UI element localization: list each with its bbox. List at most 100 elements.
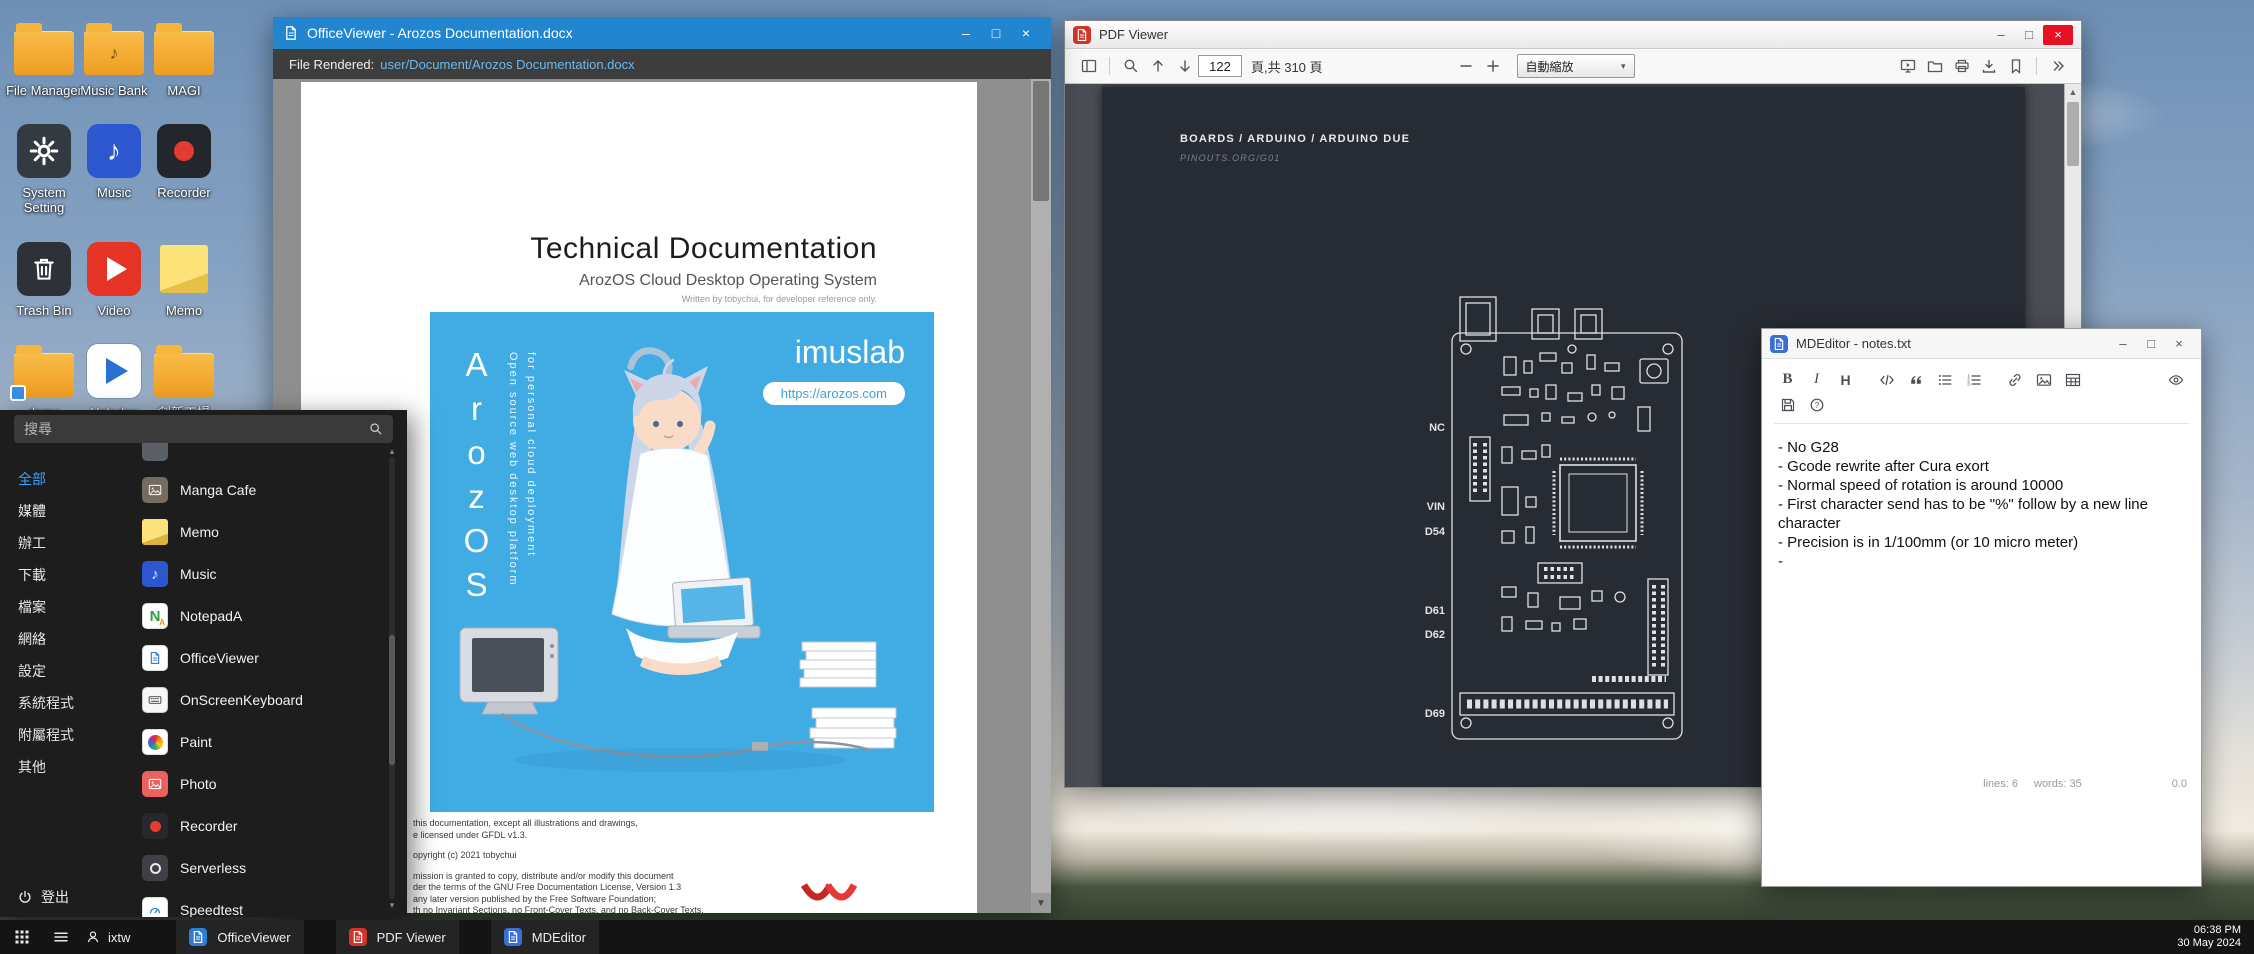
- code-icon[interactable]: [1873, 367, 1900, 392]
- scrollbar-thumb[interactable]: [1033, 81, 1049, 201]
- app-item-music[interactable]: ♪ Music: [134, 553, 381, 595]
- minimize-button[interactable]: –: [1987, 25, 2015, 45]
- logout-button[interactable]: 登出: [18, 887, 128, 911]
- app-item-manga-cafe[interactable]: Manga Cafe: [134, 469, 381, 511]
- category-download[interactable]: 下載: [18, 559, 128, 591]
- maximize-button[interactable]: □: [2015, 25, 2043, 45]
- image-icon[interactable]: [2030, 367, 2057, 392]
- pin-label: D61: [1395, 605, 1445, 617]
- document-scrollbar[interactable]: ▼: [1031, 79, 1051, 913]
- taskbar-item-mdeditor[interactable]: MDEditor: [491, 920, 599, 954]
- clock-time: 06:38 PM: [2177, 924, 2241, 937]
- close-button[interactable]: ×: [2165, 334, 2193, 354]
- table-icon[interactable]: [2059, 367, 2086, 392]
- presentation-mode-button[interactable]: [1894, 53, 1921, 80]
- category-settings[interactable]: 設定: [18, 655, 128, 687]
- search-input[interactable]: 搜尋: [14, 415, 393, 443]
- print-button[interactable]: [1948, 53, 1975, 80]
- link-icon[interactable]: [2001, 367, 2028, 392]
- folder-icon: [14, 353, 74, 397]
- taskbar-user[interactable]: ixtw: [86, 930, 130, 945]
- scroll-up-arrow[interactable]: ▲: [2065, 84, 2081, 100]
- help-icon[interactable]: [1803, 392, 1830, 417]
- bookmark-button[interactable]: [2002, 53, 2029, 80]
- desktop-icon-magi[interactable]: MAGI: [142, 20, 226, 98]
- app-item-memo[interactable]: Memo: [134, 511, 381, 553]
- category-media[interactable]: 媒體: [18, 495, 128, 527]
- power-icon: [18, 890, 32, 904]
- bold-icon[interactable]: B: [1774, 367, 1801, 392]
- category-accessories[interactable]: 附屬程式: [18, 719, 128, 751]
- desktop-icon-innovation-factory[interactable]: 創新工場: [142, 342, 226, 420]
- minimize-button[interactable]: –: [951, 21, 981, 45]
- desktop-icon-label: MAGI: [167, 83, 200, 98]
- next-page-button[interactable]: [1171, 53, 1198, 80]
- toolbar-separator: [1109, 57, 1110, 75]
- scrollbar-thumb[interactable]: [2067, 102, 2079, 166]
- document-byline: Written by tobychui, for developer refer…: [301, 294, 877, 304]
- gear-icon: [17, 124, 71, 178]
- officeviewer-titlebar[interactable]: OfficeViewer - Arozos Documentation.docx…: [273, 17, 1051, 49]
- taskbar-item-pdf-viewer[interactable]: PDF Viewer: [336, 920, 459, 954]
- file-path-link[interactable]: user/Document/Arozos Documentation.docx: [380, 57, 634, 72]
- scroll-down-arrow[interactable]: ▾: [390, 899, 395, 911]
- mdeditor-text-area[interactable]: - No G28 - Gcode rewrite after Cura exor…: [1762, 426, 2201, 778]
- scroll-up-arrow[interactable]: ▴: [390, 445, 395, 457]
- close-button[interactable]: ×: [2043, 25, 2073, 45]
- desktop-icon-memo[interactable]: Memo: [142, 240, 226, 318]
- app-item-notepada[interactable]: NA NotepadA: [134, 595, 381, 637]
- ordered-list-icon[interactable]: [1960, 367, 1987, 392]
- taskbar-item-officeviewer[interactable]: OfficeViewer: [176, 920, 303, 954]
- open-file-button[interactable]: [1921, 53, 1948, 80]
- quote-icon[interactable]: [1902, 367, 1929, 392]
- page-number-input[interactable]: [1198, 55, 1242, 77]
- italic-icon[interactable]: I: [1803, 367, 1830, 392]
- search-button[interactable]: [1117, 53, 1144, 80]
- maximize-button[interactable]: □: [2137, 334, 2165, 354]
- heading-icon[interactable]: H: [1832, 367, 1859, 392]
- close-button[interactable]: ×: [1011, 21, 1041, 45]
- app-list-item-partial[interactable]: [134, 443, 381, 469]
- save-icon[interactable]: [1774, 392, 1801, 417]
- lines-count: lines: 6: [1983, 778, 2018, 790]
- unordered-list-icon[interactable]: [1931, 367, 1958, 392]
- cover-brand-vertical: ArozOS: [457, 346, 495, 610]
- toggle-sidebar-button[interactable]: [1075, 53, 1102, 80]
- scroll-down-arrow[interactable]: ▼: [1031, 893, 1051, 913]
- category-all[interactable]: 全部: [18, 463, 128, 495]
- app-list-scrollbar[interactable]: ▴ ▾: [387, 445, 397, 911]
- desktop-icon-label: Recorder: [157, 185, 210, 200]
- download-button[interactable]: [1975, 53, 2002, 80]
- zoom-out-button[interactable]: [1453, 53, 1480, 80]
- zoom-select[interactable]: 自動縮放 ▾: [1517, 54, 1635, 78]
- category-files[interactable]: 檔案: [18, 591, 128, 623]
- menu-button[interactable]: [44, 920, 78, 954]
- app-item-recorder[interactable]: Recorder: [134, 805, 381, 847]
- zoom-in-button[interactable]: [1480, 53, 1507, 80]
- category-network[interactable]: 網絡: [18, 623, 128, 655]
- mdeditor-titlebar[interactable]: MDEditor - notes.txt – □ ×: [1762, 329, 2201, 359]
- category-system[interactable]: 系統程式: [18, 687, 128, 719]
- more-tools-button[interactable]: [2044, 53, 2071, 80]
- app-item-photo[interactable]: Photo: [134, 763, 381, 805]
- minimize-button[interactable]: –: [2109, 334, 2137, 354]
- license-line: opyright (c) 2021 tobychui: [413, 850, 704, 862]
- desktop-icon-recorder[interactable]: Recorder: [142, 122, 226, 200]
- app-item-speedtest[interactable]: Speedtest: [134, 889, 381, 917]
- app-item-paint[interactable]: Paint: [134, 721, 381, 763]
- document-cover-image: ArozOS Open source web desktop platform …: [429, 312, 935, 812]
- app-item-onscreenkeyboard[interactable]: OnScreenKeyboard: [134, 679, 381, 721]
- start-button[interactable]: [0, 920, 44, 954]
- maximize-button[interactable]: □: [981, 21, 1011, 45]
- scrollbar-thumb[interactable]: [389, 635, 395, 765]
- document-icon: [283, 25, 299, 41]
- app-item-officeviewer[interactable]: OfficeViewer: [134, 637, 381, 679]
- category-office[interactable]: 辦工: [18, 527, 128, 559]
- previous-page-button[interactable]: [1144, 53, 1171, 80]
- preview-eye-icon[interactable]: [2162, 367, 2189, 392]
- app-item-serverless[interactable]: Serverless: [134, 847, 381, 889]
- chevron-down-icon: ▾: [1621, 61, 1626, 72]
- clock-date: 30 May 2024: [2177, 937, 2241, 950]
- pdf-viewer-titlebar[interactable]: PDF Viewer – □ ×: [1065, 21, 2081, 49]
- category-others[interactable]: 其他: [18, 751, 128, 783]
